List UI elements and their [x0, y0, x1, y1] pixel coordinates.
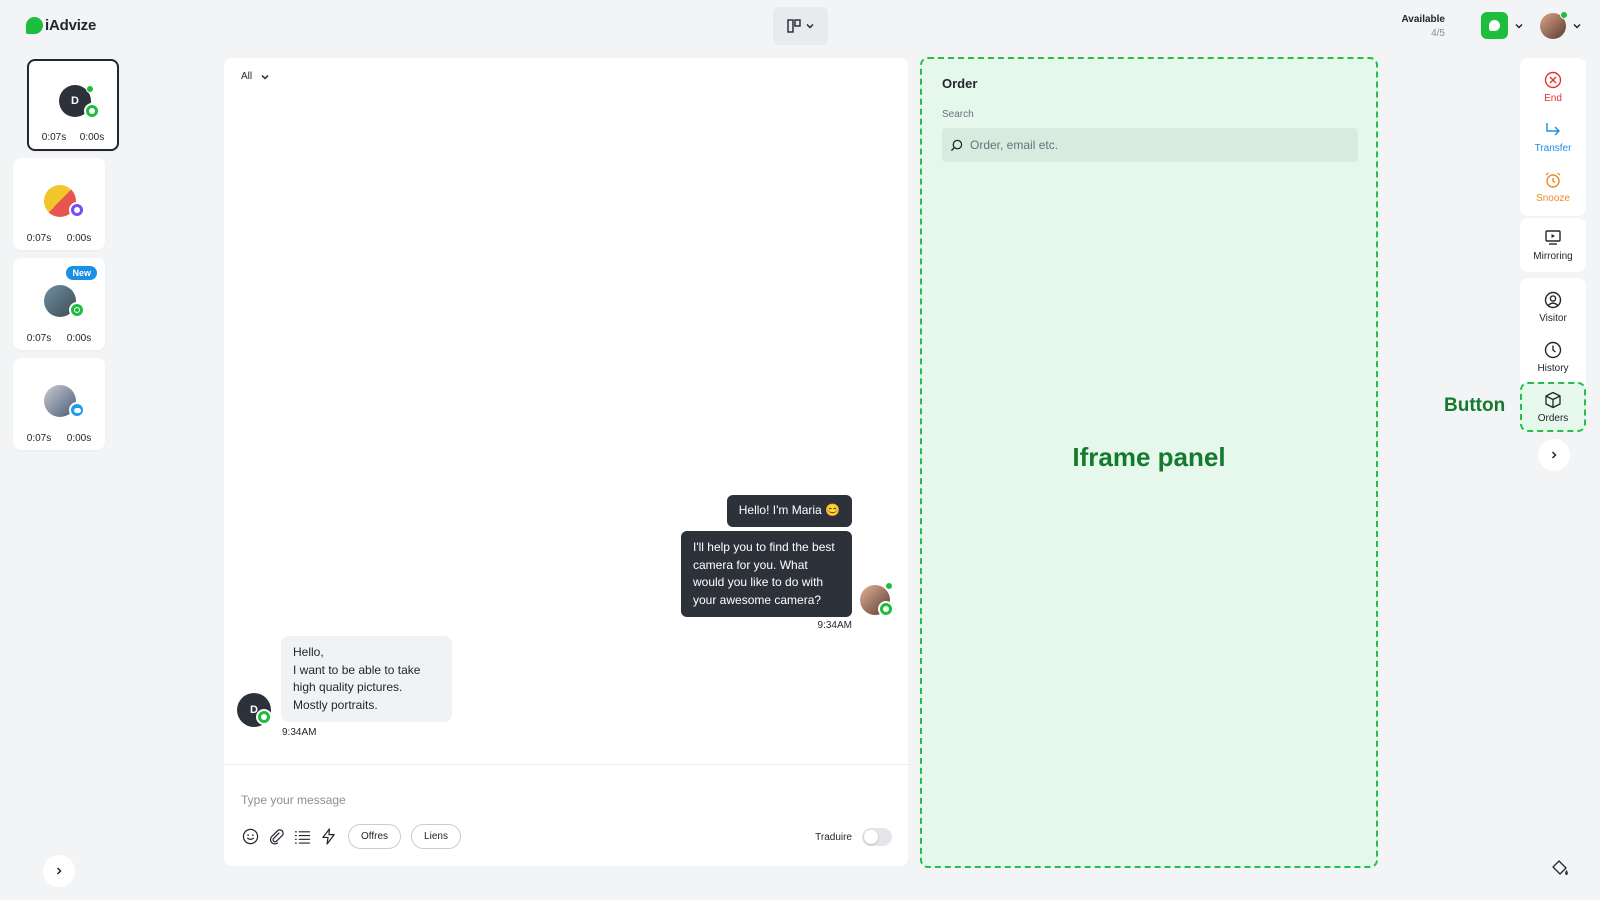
availability-label: Available: [1401, 14, 1445, 25]
waiting-time: 0:07s: [26, 333, 52, 344]
snooze-label: Snooze: [1536, 192, 1570, 204]
waiting-time: 0:07s: [26, 233, 52, 244]
brand-name: iAdvize: [45, 17, 97, 34]
conversation-timers: 0:07s 0:00s: [13, 233, 105, 244]
translate-label: Traduire: [815, 831, 852, 843]
mirroring-button[interactable]: Mirroring: [1520, 218, 1586, 272]
order-search-input[interactable]: Order, email etc.: [942, 128, 1358, 162]
search-placeholder: Order, email etc.: [970, 138, 1059, 152]
translate-toggle[interactable]: [862, 828, 892, 846]
response-time: 0:00s: [79, 132, 105, 143]
screen-play-icon: [1545, 229, 1561, 245]
iframe-title: Order: [942, 76, 978, 91]
messenger-channel-icon: [69, 202, 85, 218]
orders-label: Orders: [1537, 412, 1569, 424]
conversation-card-4[interactable]: 0:07s 0:00s: [13, 358, 105, 450]
online-dot: [86, 85, 94, 93]
availability-toggle[interactable]: [1481, 12, 1508, 39]
whatsapp-channel-icon: [69, 302, 85, 318]
expand-sidebar-button[interactable]: [43, 855, 75, 887]
close-circle-icon: [1544, 71, 1562, 88]
transfer-arrow-icon: [1546, 122, 1560, 135]
twitter-channel-icon: [69, 402, 85, 418]
availability-count: 4/5: [1431, 28, 1445, 39]
emoji-icon[interactable]: [240, 827, 260, 847]
layout-icon: [786, 19, 801, 33]
availability-status: Available 4/5: [1401, 13, 1445, 41]
agent-message-time: 9:34AM: [817, 620, 852, 631]
agent-message: I'll help you to find the best camera fo…: [681, 531, 852, 617]
online-dot: [1560, 11, 1568, 19]
chat-bubble-icon: [1489, 20, 1500, 31]
visitor-button[interactable]: Visitor: [1520, 282, 1586, 332]
orders-button[interactable]: Orders: [1520, 382, 1586, 432]
history-button[interactable]: History: [1520, 332, 1586, 382]
agent-message: Hello! I'm Maria 😊: [726, 495, 852, 527]
alarm-clock-icon: [1545, 171, 1561, 188]
button-annotation: Button: [1444, 395, 1506, 416]
user-circle-icon: [1544, 291, 1562, 308]
box-icon: [1545, 391, 1561, 408]
conversation-card-2[interactable]: 0:07s 0:00s: [13, 158, 105, 250]
mirroring-label: Mirroring: [1533, 250, 1573, 262]
response-time: 0:00s: [66, 233, 92, 244]
conversation-actions-group: End Transfer Snooze: [1520, 58, 1586, 216]
filter-label: All: [241, 71, 253, 82]
response-time: 0:00s: [66, 333, 92, 344]
brand-logo: iAdvize: [26, 17, 96, 34]
search-icon: [950, 139, 963, 151]
transfer-label: Transfer: [1534, 142, 1572, 154]
waiting-time: 0:07s: [26, 433, 52, 444]
clock-icon: [1544, 341, 1562, 358]
chat-channel-icon: [256, 709, 272, 725]
links-button[interactable]: Liens: [411, 824, 461, 849]
chevron-down-icon: [261, 74, 269, 80]
search-label: Search: [942, 109, 974, 120]
transfer-button[interactable]: Transfer: [1520, 112, 1586, 162]
message-input[interactable]: Type your message: [241, 793, 346, 807]
chat-channel-icon: [84, 103, 100, 119]
visitor-message-time: 9:34AM: [282, 727, 317, 738]
message-filter-dropdown[interactable]: All: [241, 71, 270, 82]
conversation-card-1[interactable]: D 0:07s 0:00s: [27, 59, 119, 151]
snooze-button[interactable]: Snooze: [1520, 162, 1586, 212]
attachment-icon[interactable]: [266, 827, 286, 847]
chevron-right-icon: [56, 867, 62, 875]
chat-panel: All Hello! I'm Maria 😊 I'll help you to …: [224, 58, 908, 866]
translate-control: Traduire: [815, 828, 892, 846]
paint-bucket-icon[interactable]: [1550, 858, 1570, 878]
conversation-timers: 0:07s 0:00s: [13, 333, 105, 344]
list-icon[interactable]: [292, 827, 312, 847]
chevron-down-icon: [805, 23, 814, 29]
response-time: 0:00s: [66, 433, 92, 444]
availability-chevron-down-icon[interactable]: [1514, 21, 1524, 31]
mirroring-group: Mirroring: [1520, 218, 1586, 272]
expand-toolbar-button[interactable]: [1538, 439, 1570, 471]
visitor-message: Hello, I want to be able to take high qu…: [281, 636, 452, 722]
history-label: History: [1537, 362, 1569, 374]
waiting-time: 0:07s: [41, 132, 67, 143]
composer-divider: [224, 764, 908, 765]
agent-menu-chevron-down-icon[interactable]: [1572, 21, 1582, 31]
conversation-card-3[interactable]: New 0:07s 0:00s: [13, 258, 105, 350]
end-button[interactable]: End: [1520, 62, 1586, 112]
chat-channel-icon: [878, 601, 894, 617]
lightning-icon[interactable]: [318, 827, 338, 847]
new-badge: New: [66, 266, 97, 280]
chevron-right-icon: [1551, 451, 1557, 459]
composer-toolbar: Offres Liens: [240, 824, 461, 849]
agent-avatar[interactable]: [1540, 11, 1568, 39]
logo-bubble-icon: [26, 17, 43, 34]
context-panels-group: Visitor History Orders: [1520, 278, 1586, 432]
iframe-panel: Order Search Order, email etc. Iframe pa…: [920, 57, 1378, 868]
visitor-label: Visitor: [1539, 312, 1567, 324]
online-dot: [885, 582, 893, 590]
conversation-timers: 0:07s 0:00s: [13, 433, 105, 444]
conversation-timers: 0:07s 0:00s: [29, 132, 117, 143]
iframe-panel-annotation: Iframe panel: [1072, 442, 1226, 472]
end-label: End: [1544, 92, 1562, 104]
layout-switch-button[interactable]: [773, 7, 828, 45]
offers-button[interactable]: Offres: [348, 824, 402, 849]
